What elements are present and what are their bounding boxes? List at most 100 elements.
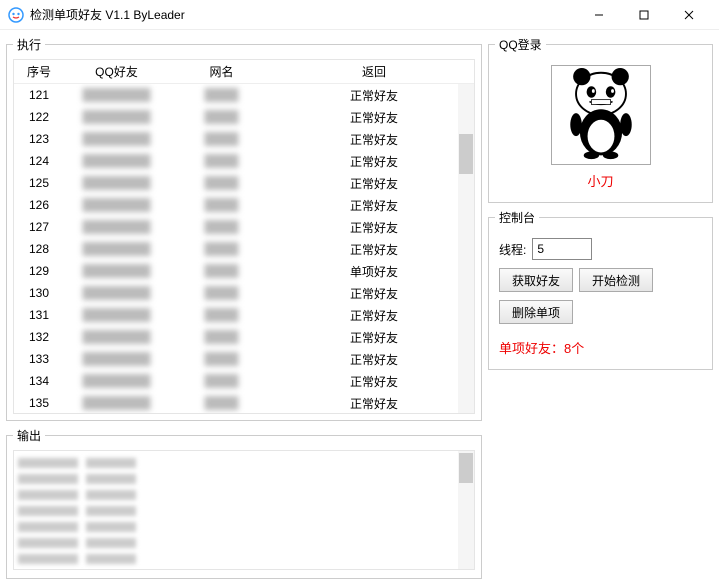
table-row[interactable]: 127████████████正常好友 xyxy=(14,216,474,238)
table-row[interactable]: 130████████████正常好友 xyxy=(14,282,474,304)
cell-nick: ████ xyxy=(169,220,274,234)
maximize-button[interactable] xyxy=(621,0,666,30)
cell-seq: 133 xyxy=(14,352,64,366)
col-ret[interactable]: 返回 xyxy=(274,63,474,80)
cell-nick: ████ xyxy=(169,242,274,256)
cell-nick: ████ xyxy=(169,132,274,146)
cell-nick: ████ xyxy=(169,198,274,212)
app-icon xyxy=(8,7,24,23)
cell-seq: 125 xyxy=(14,176,64,190)
console-group: 控制台 线程: 获取好友 开始检测 删除单项 单项好友：8个 xyxy=(488,209,713,370)
cell-seq: 128 xyxy=(14,242,64,256)
cell-qq: ████████ xyxy=(64,352,169,366)
cell-ret: 正常好友 xyxy=(274,109,474,126)
col-qq[interactable]: QQ好友 xyxy=(64,63,169,80)
cell-seq: 131 xyxy=(14,308,64,322)
username: 小刀 xyxy=(587,171,613,190)
cell-nick: ████ xyxy=(169,396,274,410)
cell-ret: 正常好友 xyxy=(274,241,474,258)
console-legend: 控制台 xyxy=(495,209,539,226)
avatar[interactable] xyxy=(551,65,651,165)
output-line xyxy=(18,455,470,471)
cell-seq: 134 xyxy=(14,374,64,388)
output-scrollbar[interactable] xyxy=(458,451,474,569)
cell-qq: ████████ xyxy=(64,374,169,388)
cell-seq: 126 xyxy=(14,198,64,212)
table-row[interactable]: 122████████████正常好友 xyxy=(14,106,474,128)
login-legend: QQ登录 xyxy=(495,36,546,53)
scroll-thumb[interactable] xyxy=(459,453,473,483)
table-scrollbar[interactable] xyxy=(458,84,474,413)
cell-nick: ████ xyxy=(169,110,274,124)
cell-qq: ████████ xyxy=(64,308,169,322)
cell-ret: 正常好友 xyxy=(274,373,474,390)
cell-qq: ████████ xyxy=(64,132,169,146)
cell-seq: 127 xyxy=(14,220,64,234)
cell-seq: 124 xyxy=(14,154,64,168)
result-text: 单项好友：8个 xyxy=(499,338,702,357)
table-header: 序号 QQ好友 网名 返回 xyxy=(14,60,474,84)
table-row[interactable]: 131████████████正常好友 xyxy=(14,304,474,326)
table-row[interactable]: 134████████████正常好友 xyxy=(14,370,474,392)
cell-nick: ████ xyxy=(169,176,274,190)
window-title: 检测单项好友 V1.1 ByLeader xyxy=(30,6,576,23)
table-row[interactable]: 133████████████正常好友 xyxy=(14,348,474,370)
cell-ret: 正常好友 xyxy=(274,329,474,346)
output-line xyxy=(18,519,470,535)
cell-qq: ████████ xyxy=(64,286,169,300)
table-row[interactable]: 126████████████正常好友 xyxy=(14,194,474,216)
table-row[interactable]: 124████████████正常好友 xyxy=(14,150,474,172)
cell-qq: ████████ xyxy=(64,88,169,102)
table-row[interactable]: 125████████████正常好友 xyxy=(14,172,474,194)
table-row[interactable]: 121████████████正常好友 xyxy=(14,84,474,106)
exec-group: 执行 序号 QQ好友 网名 返回 121████████████正常好友122█… xyxy=(6,36,482,421)
cell-ret: 正常好友 xyxy=(274,175,474,192)
cell-seq: 122 xyxy=(14,110,64,124)
cell-seq: 121 xyxy=(14,88,64,102)
exec-legend: 执行 xyxy=(13,36,45,53)
cell-nick: ████ xyxy=(169,308,274,322)
cell-qq: ████████ xyxy=(64,330,169,344)
cell-ret: 正常好友 xyxy=(274,87,474,104)
thread-input[interactable] xyxy=(532,238,592,260)
cell-qq: ████████ xyxy=(64,220,169,234)
table-row[interactable]: 132████████████正常好友 xyxy=(14,326,474,348)
col-nick[interactable]: 网名 xyxy=(169,63,274,80)
friends-table[interactable]: 序号 QQ好友 网名 返回 121████████████正常好友122████… xyxy=(13,59,475,414)
table-row[interactable]: 135████████████正常好友 xyxy=(14,392,474,413)
cell-nick: ████ xyxy=(169,264,274,278)
cell-ret: 正常好友 xyxy=(274,197,474,214)
cell-seq: 132 xyxy=(14,330,64,344)
get-friends-button[interactable]: 获取好友 xyxy=(499,268,573,292)
cell-ret: 正常好友 xyxy=(274,307,474,324)
cell-seq: 129 xyxy=(14,264,64,278)
delete-single-button[interactable]: 删除单项 xyxy=(499,300,573,324)
titlebar: 检测单项好友 V1.1 ByLeader xyxy=(0,0,719,30)
window-controls xyxy=(576,0,711,30)
cell-ret: 正常好友 xyxy=(274,131,474,148)
cell-qq: ████████ xyxy=(64,264,169,278)
output-group: 输出 xyxy=(6,427,482,579)
cell-seq: 130 xyxy=(14,286,64,300)
cell-nick: ████ xyxy=(169,286,274,300)
cell-nick: ████ xyxy=(169,374,274,388)
minimize-button[interactable] xyxy=(576,0,621,30)
cell-qq: ████████ xyxy=(64,396,169,410)
close-button[interactable] xyxy=(666,0,711,30)
col-seq[interactable]: 序号 xyxy=(14,63,64,80)
cell-qq: ████████ xyxy=(64,110,169,124)
cell-nick: ████ xyxy=(169,330,274,344)
table-row[interactable]: 128████████████正常好友 xyxy=(14,238,474,260)
cell-ret: 正常好友 xyxy=(274,285,474,302)
cell-qq: ████████ xyxy=(64,176,169,190)
start-check-button[interactable]: 开始检测 xyxy=(579,268,653,292)
scroll-thumb[interactable] xyxy=(459,134,473,174)
cell-qq: ████████ xyxy=(64,198,169,212)
table-row[interactable]: 129████████████单项好友 xyxy=(14,260,474,282)
cell-qq: ████████ xyxy=(64,154,169,168)
output-box[interactable] xyxy=(13,450,475,570)
login-group: QQ登录 小刀 xyxy=(488,36,713,203)
table-row[interactable]: 123████████████正常好友 xyxy=(14,128,474,150)
cell-seq: 123 xyxy=(14,132,64,146)
output-line xyxy=(18,503,470,519)
